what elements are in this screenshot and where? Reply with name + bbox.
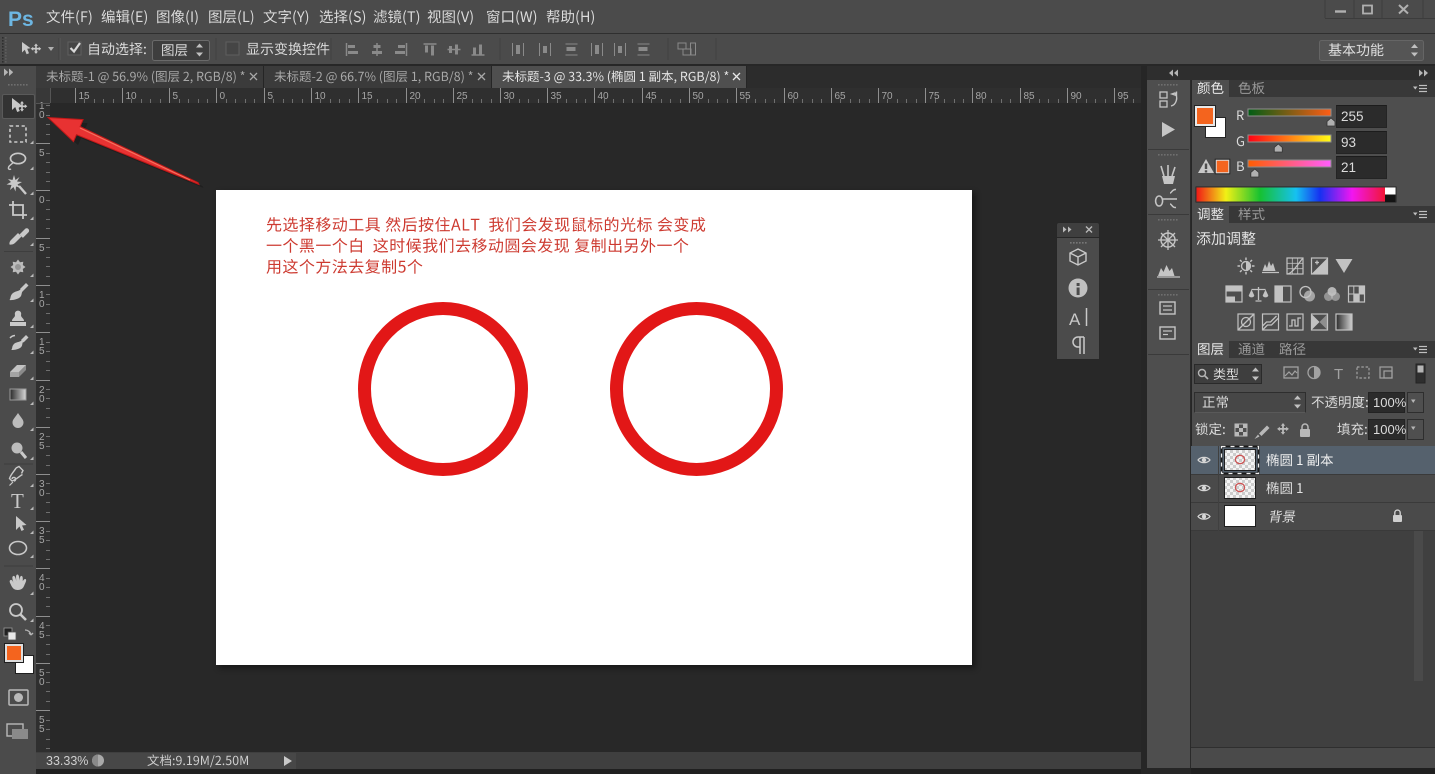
svg-text:93: 93 bbox=[1341, 135, 1356, 150]
svg-text:15: 15 bbox=[362, 91, 374, 102]
svg-text:5: 5 bbox=[39, 441, 45, 452]
svg-text:95: 95 bbox=[1118, 91, 1130, 102]
svg-text:40: 40 bbox=[598, 91, 610, 102]
svg-text:255: 255 bbox=[1341, 109, 1364, 124]
svg-text:0: 0 bbox=[39, 582, 45, 593]
svg-text:21: 21 bbox=[1341, 160, 1356, 175]
svg-text:5: 5 bbox=[268, 91, 274, 102]
svg-text:0: 0 bbox=[39, 110, 45, 121]
svg-text:0: 0 bbox=[39, 394, 45, 405]
svg-text:80: 80 bbox=[976, 91, 988, 102]
svg-text:100%: 100% bbox=[1373, 422, 1407, 437]
svg-text:5: 5 bbox=[39, 243, 45, 254]
svg-text:0: 0 bbox=[39, 299, 45, 310]
svg-text:5: 5 bbox=[39, 630, 45, 641]
svg-text:5: 5 bbox=[39, 535, 45, 546]
svg-text:5: 5 bbox=[39, 724, 45, 735]
svg-text:75: 75 bbox=[929, 91, 941, 102]
svg-text:T: T bbox=[11, 489, 24, 513]
svg-text:5: 5 bbox=[173, 91, 179, 102]
svg-text:A: A bbox=[1069, 310, 1081, 329]
svg-text:T: T bbox=[1334, 366, 1343, 383]
svg-text:0: 0 bbox=[39, 488, 45, 499]
svg-text:100%: 100% bbox=[1373, 395, 1407, 410]
svg-text:0: 0 bbox=[220, 91, 226, 102]
svg-text:0: 0 bbox=[39, 195, 45, 206]
svg-text:0: 0 bbox=[39, 677, 45, 688]
svg-text:5: 5 bbox=[39, 346, 45, 357]
svg-text:35: 35 bbox=[551, 91, 563, 102]
svg-text:55: 55 bbox=[740, 91, 752, 102]
svg-text:5: 5 bbox=[39, 148, 45, 159]
svg-text:33.33%: 33.33% bbox=[46, 754, 88, 768]
svg-text:Ps: Ps bbox=[8, 8, 34, 31]
